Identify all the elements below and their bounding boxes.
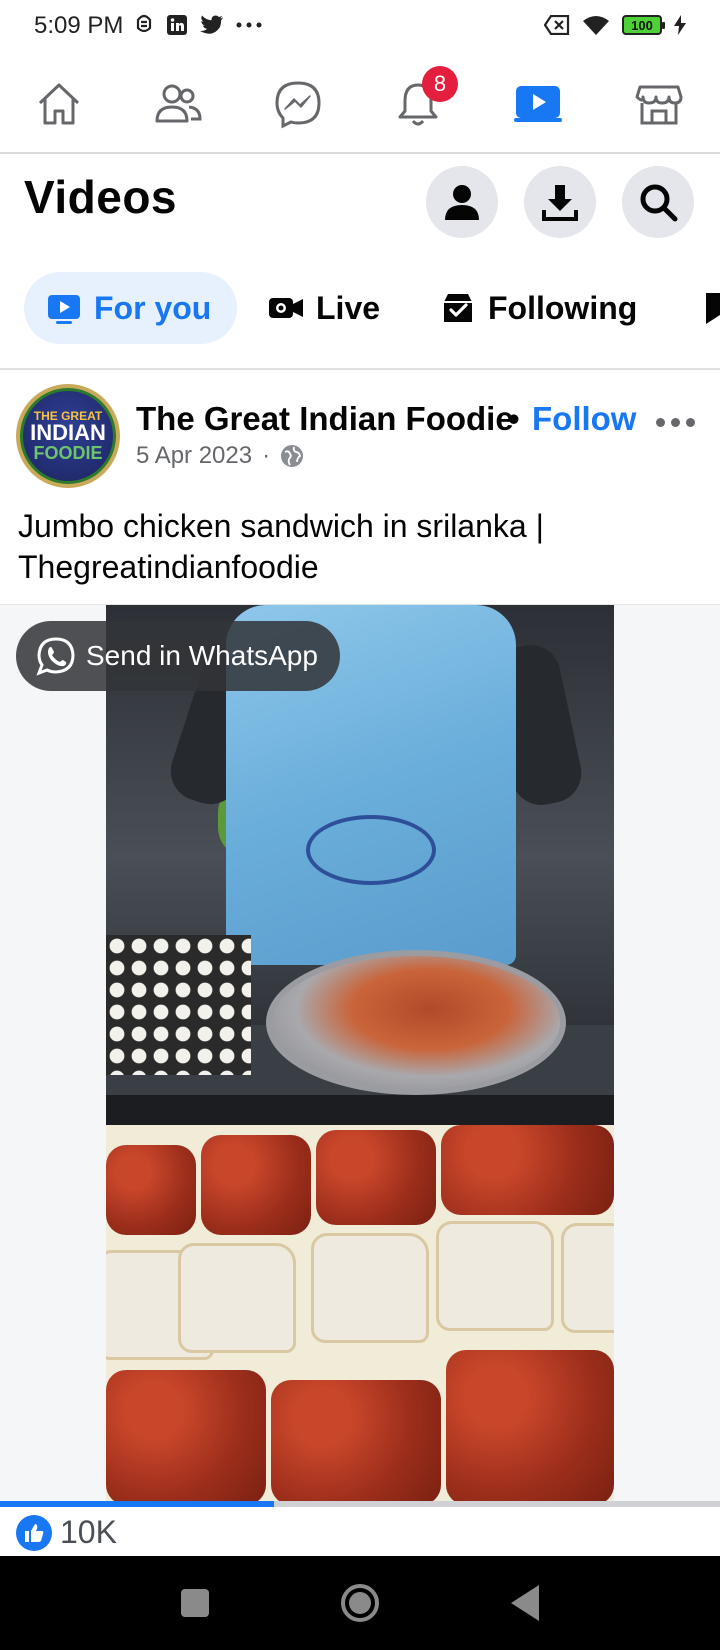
video-chicken [441, 1125, 614, 1215]
nav-home[interactable] [27, 72, 91, 136]
avatar-line-3: FOODIE [33, 443, 103, 463]
battery-level: 100 [631, 17, 653, 33]
avatar-line-2: INDIAN [30, 420, 106, 445]
live-camera-icon [269, 298, 303, 318]
name-separator: • [508, 400, 520, 437]
download-icon [542, 185, 578, 221]
tab-following[interactable]: Following [440, 272, 637, 344]
nav-video[interactable] [506, 72, 570, 136]
video-egg-basket [106, 935, 251, 1075]
video-chicken [106, 1145, 196, 1235]
tab-label: Following [488, 289, 638, 326]
avatar-logo: THE GREAT INDIAN FOODIE [20, 388, 116, 484]
more-dots-icon [236, 22, 262, 28]
post-meta: 5 Apr 2023 · [136, 442, 304, 470]
page-title: Videos [24, 171, 177, 223]
video-bread [561, 1223, 614, 1333]
reaction-summary[interactable]: 10K [16, 1514, 117, 1551]
wifi-icon [582, 14, 610, 36]
video-chicken [106, 1370, 266, 1503]
back-button[interactable] [500, 1578, 550, 1628]
video-chicken [316, 1130, 436, 1225]
tab-for-you[interactable]: For you [24, 272, 238, 344]
video-bread [436, 1221, 554, 1331]
tab-saved[interactable] [702, 272, 720, 344]
video-bread [311, 1233, 429, 1343]
dot [686, 418, 695, 427]
video-bread [178, 1243, 296, 1353]
tab-label: For you [94, 289, 212, 326]
system-navigation-bar [0, 1556, 720, 1650]
recents-button[interactable] [170, 1578, 220, 1628]
messenger-icon [275, 81, 321, 129]
tab-label: Live [316, 289, 381, 326]
back-triangle-icon [511, 1585, 539, 1621]
dot [671, 418, 680, 427]
active-tab-indicator [514, 118, 562, 122]
video-tabs: For you Live Following [0, 270, 720, 370]
video-shirt-logo [306, 815, 436, 885]
video-griddle [106, 1125, 614, 1503]
status-icons-right: 100 [544, 14, 686, 36]
nav-friends[interactable] [146, 72, 210, 136]
profile-button[interactable] [426, 166, 498, 238]
video-player[interactable]: Send in WhatsApp [0, 604, 720, 1507]
status-bar: 5:09 PM 100 [0, 0, 720, 54]
bookmark-icon [706, 293, 720, 324]
meta-separator: · [262, 442, 271, 469]
post-date[interactable]: 5 Apr 2023 [136, 442, 252, 470]
sim-off-icon [544, 15, 570, 35]
download-button[interactable] [524, 166, 596, 238]
video-tray-edge [106, 1095, 614, 1125]
send-in-whatsapp-button[interactable]: Send in WhatsApp [16, 621, 340, 691]
status-icons-left [134, 14, 262, 36]
notifications-badge: 8 [422, 66, 458, 102]
nav-messenger[interactable] [266, 72, 330, 136]
marketplace-icon [635, 85, 683, 125]
search-button[interactable] [622, 166, 694, 238]
alarm-icon [134, 14, 154, 36]
video-chicken [201, 1135, 311, 1235]
dot [656, 418, 665, 427]
page-name-link[interactable]: The Great Indian Foodie [136, 400, 514, 438]
whatsapp-icon [36, 637, 75, 676]
status-time: 5:09 PM [34, 12, 124, 39]
profile-icon [445, 185, 479, 220]
home-button[interactable] [335, 1578, 385, 1628]
video-play-icon [48, 295, 80, 324]
video-chicken [446, 1350, 614, 1503]
video-plate [266, 950, 566, 1095]
linkedin-icon [166, 14, 188, 36]
friends-icon [155, 84, 202, 123]
home-icon [38, 83, 80, 125]
page-avatar[interactable]: THE GREAT INDIAN FOODIE [16, 384, 120, 488]
like-thumb-icon [16, 1514, 52, 1551]
video-frame[interactable] [106, 605, 614, 1503]
battery-icon: 100 [622, 15, 665, 35]
whatsapp-chip-label: Send in WhatsApp [86, 640, 318, 671]
globe-icon [281, 445, 304, 467]
post-caption: Jumbo chicken sandwich in srilanka | The… [18, 508, 544, 585]
search-icon [640, 184, 678, 222]
following-icon [444, 294, 472, 322]
like-count: 10K [60, 1514, 117, 1550]
follow-button[interactable]: Follow [532, 400, 636, 438]
charging-icon [674, 15, 686, 35]
video-progress-bar[interactable] [0, 1501, 720, 1507]
recents-square-icon [181, 1589, 209, 1617]
top-navigation: 8 [0, 58, 720, 154]
nav-marketplace[interactable] [627, 72, 691, 136]
post-more-button[interactable] [656, 418, 695, 427]
twitter-icon [200, 15, 224, 35]
video-progress-fill [0, 1501, 274, 1507]
tab-live[interactable]: Live [268, 272, 380, 344]
home-circle-icon [341, 1584, 379, 1622]
nav-notifications[interactable]: 8 [386, 66, 458, 136]
video-chicken [271, 1380, 441, 1503]
